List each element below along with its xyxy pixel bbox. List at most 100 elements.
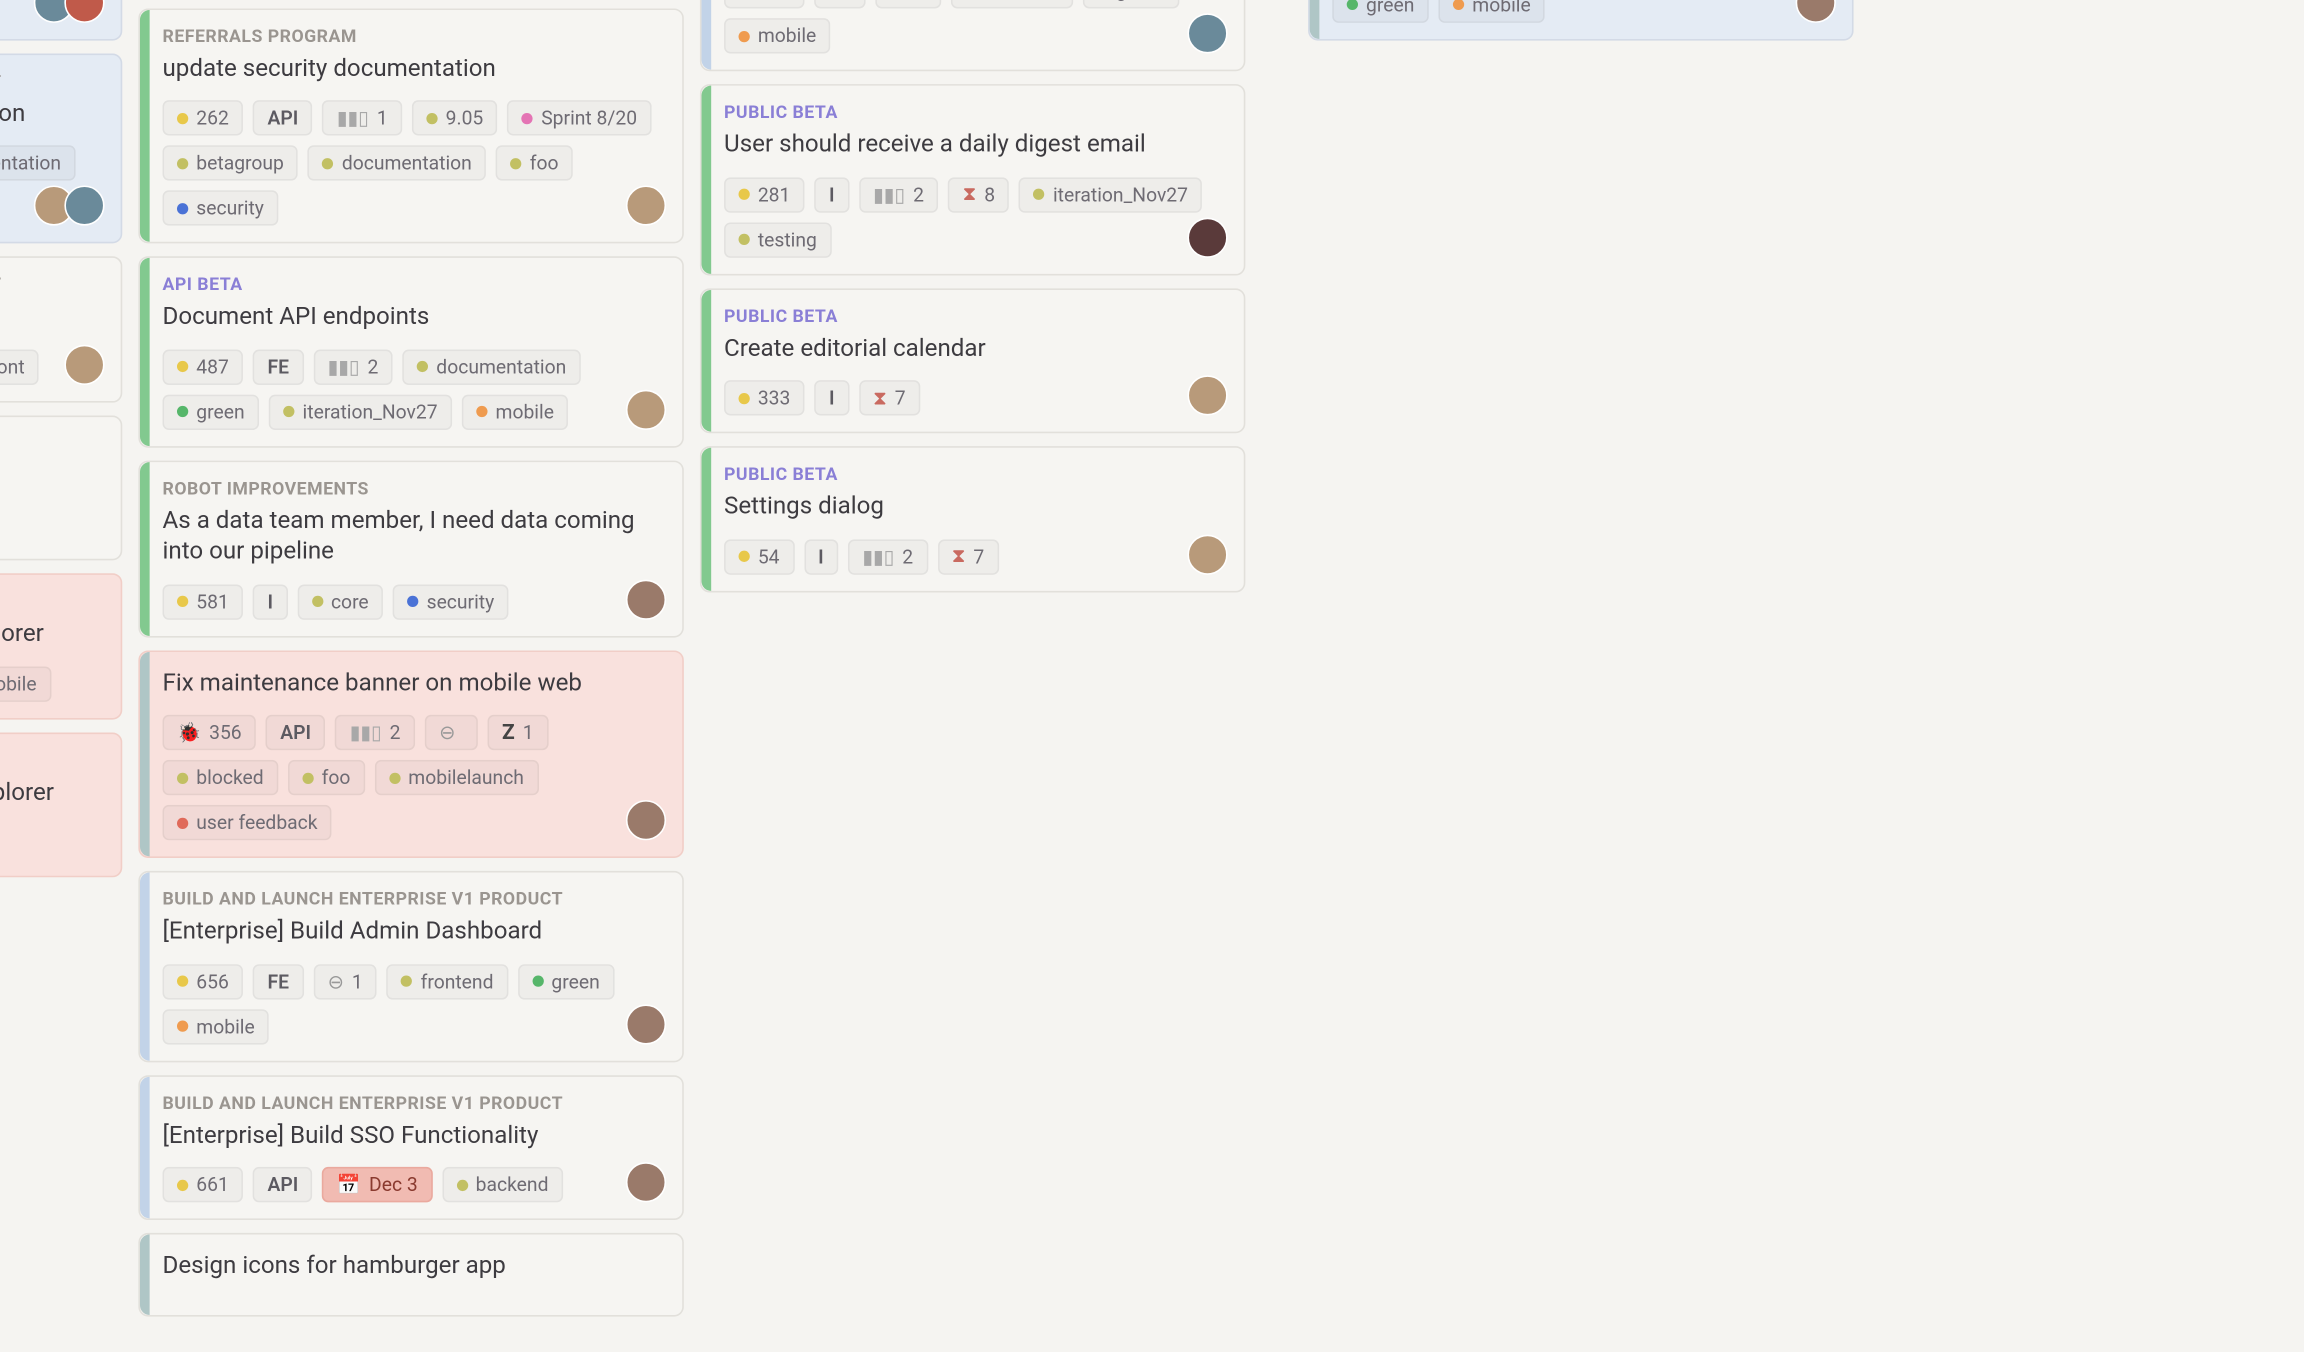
card[interactable]: PUBLIC BETA Settings dialog 54I▮▮▯2⧗7 bbox=[700, 446, 1245, 592]
card[interactable]: BUILD AND LAUNCH ENTERPRISE V1 PRODUCT D… bbox=[700, 0, 1245, 71]
chip[interactable]: mobilelaunch bbox=[374, 760, 538, 795]
project-label[interactable]: MARKETING ROLLOUT bbox=[0, 591, 101, 612]
chip[interactable]: green bbox=[518, 963, 615, 998]
card[interactable]: BUILD AND LAUNCH ENTERPRISE V1 PRODUCT [… bbox=[138, 871, 683, 1062]
project-label[interactable]: API BETA bbox=[163, 274, 663, 295]
chip[interactable]: 262 bbox=[163, 100, 244, 135]
chip[interactable]: documentation bbox=[0, 145, 76, 180]
project-label[interactable]: REFERRALS PROGRAM bbox=[0, 432, 101, 453]
chip[interactable]: blocked bbox=[163, 760, 279, 795]
chip[interactable]: ▮▮▯2 bbox=[335, 715, 415, 750]
chip[interactable]: security bbox=[163, 190, 279, 225]
chip[interactable]: 694 bbox=[724, 0, 805, 8]
avatar[interactable] bbox=[626, 579, 666, 619]
chip[interactable]: I bbox=[815, 380, 850, 415]
chip[interactable]: ▮▮▯2 bbox=[859, 177, 939, 212]
project-label[interactable]: BUILD AND LAUNCH ENTERPRISE V1 PRODUCT bbox=[163, 889, 663, 910]
chip[interactable]: ⧗8 bbox=[948, 177, 1009, 212]
chip[interactable]: FE bbox=[253, 963, 303, 998]
chip[interactable]: I bbox=[815, 177, 850, 212]
chip[interactable]: I bbox=[253, 584, 288, 619]
chip[interactable]: FE bbox=[815, 0, 865, 8]
avatar[interactable] bbox=[626, 185, 666, 225]
chip[interactable]: core bbox=[297, 584, 383, 619]
chip[interactable]: API bbox=[266, 715, 326, 750]
avatar[interactable] bbox=[64, 0, 104, 22]
chip[interactable]: API bbox=[253, 100, 313, 135]
card[interactable]: PUBLIC BETA User should receive a daily … bbox=[700, 84, 1245, 275]
chip[interactable]: ⊖1 bbox=[313, 963, 377, 998]
chip[interactable]: 281 bbox=[724, 177, 805, 212]
project-label[interactable]: MARKETING ROLLOUT bbox=[0, 749, 101, 770]
avatar[interactable] bbox=[1187, 375, 1227, 415]
chip[interactable]: ⧗7 bbox=[859, 380, 920, 415]
chip[interactable]: betagroup bbox=[163, 145, 299, 180]
chip[interactable]: API bbox=[253, 1167, 313, 1202]
chip[interactable]: documentation bbox=[308, 145, 486, 180]
chip[interactable]: iteration_Nov27 bbox=[269, 394, 452, 429]
avatar[interactable] bbox=[626, 1004, 666, 1044]
chip[interactable]: green bbox=[1082, 0, 1179, 8]
chip[interactable]: green bbox=[1332, 0, 1429, 22]
chip[interactable]: ▲1 bbox=[875, 0, 942, 8]
chip[interactable]: frontend bbox=[951, 0, 1072, 8]
chip[interactable]: 333 bbox=[724, 380, 805, 415]
card[interactable]: REFERRALS PROGRAM update security docume… bbox=[138, 8, 683, 244]
card[interactable]: BUILD AND LAUNCH ENTERPRISE V1 PRODUCT [… bbox=[138, 1074, 683, 1220]
chip[interactable]: Sprint 8/20 bbox=[507, 100, 651, 135]
card[interactable]: PUBLIC BETA Create editorial calendar 33… bbox=[700, 288, 1245, 434]
chip[interactable]: documentation bbox=[403, 349, 581, 384]
chip[interactable]: ⊖ bbox=[425, 715, 478, 750]
chip[interactable]: Z1 bbox=[487, 715, 548, 750]
card[interactable]: BUILD AND LAUNCH ENTERPRISE V1 PRODUCT [… bbox=[0, 0, 122, 40]
chip[interactable]: backend bbox=[442, 1167, 563, 1202]
project-label[interactable]: BUILD AND LAUNCH ENTERPRISE V1 PRODUCT bbox=[163, 1092, 663, 1113]
project-label[interactable]: PUBLIC BETA bbox=[724, 102, 1224, 123]
chip[interactable]: I bbox=[804, 539, 839, 574]
chip[interactable]: 🐞356 bbox=[163, 715, 257, 750]
project-label[interactable]: REFERRALS PROGRAM bbox=[163, 25, 663, 46]
avatar[interactable] bbox=[626, 389, 666, 429]
project-label[interactable]: PUBLIC BETA bbox=[724, 305, 1224, 326]
chip[interactable]: green bbox=[163, 394, 260, 429]
project-label[interactable]: PUBLIC BETA bbox=[724, 464, 1224, 485]
chip[interactable]: foo bbox=[496, 145, 573, 180]
chip[interactable]: mobile bbox=[163, 1008, 270, 1043]
avatar[interactable] bbox=[626, 1162, 666, 1202]
chip[interactable]: 9.05 bbox=[412, 100, 498, 135]
card[interactable]: MARKETING ROLLOUT Signup form is broken … bbox=[0, 573, 122, 719]
chip[interactable]: FE bbox=[253, 349, 303, 384]
avatar[interactable] bbox=[64, 344, 104, 384]
chip[interactable]: ▮▮▯2 bbox=[313, 349, 393, 384]
chip[interactable]: security bbox=[393, 584, 509, 619]
chip[interactable]: ▮▮▯1 bbox=[322, 100, 402, 135]
chip[interactable]: 581 bbox=[163, 584, 244, 619]
card[interactable]: ROBOT IMPROVEMENTS As a data team member… bbox=[138, 460, 683, 637]
chip[interactable]: front bbox=[0, 349, 39, 384]
card[interactable]: MARKETING ROLLOUT Use new fonts on home … bbox=[1308, 0, 1853, 40]
card[interactable]: Design icons for hamburger app bbox=[138, 1233, 683, 1316]
card[interactable]: REFERRALS PROGRAM Payment plan update 68… bbox=[0, 415, 122, 561]
avatar[interactable] bbox=[1187, 217, 1227, 257]
avatar[interactable] bbox=[1187, 13, 1227, 53]
chip[interactable]: ⧗7 bbox=[937, 539, 998, 574]
project-label[interactable]: BUILD AND LAUNCH ENTERPRISE V1 PRODUCT bbox=[0, 274, 101, 295]
collapsed-column-label[interactable]: Ready for Deploy bbox=[1261, 0, 1292, 1329]
chip[interactable]: mobile bbox=[1439, 0, 1546, 22]
card[interactable]: BUILD AND LAUNCH ENTERPRISE V1 PRODUCT [… bbox=[0, 256, 122, 402]
chip[interactable]: 📅Dec 3 bbox=[322, 1167, 432, 1202]
chip[interactable]: 656 bbox=[163, 963, 244, 998]
avatar[interactable] bbox=[1187, 534, 1227, 574]
chip[interactable]: testing bbox=[724, 222, 831, 257]
avatar[interactable] bbox=[64, 185, 104, 225]
chip[interactable]: iteration_Nov27 bbox=[1019, 177, 1202, 212]
card[interactable]: Fix maintenance banner on mobile web 🐞35… bbox=[138, 650, 683, 858]
card[interactable]: API BETA Document API endpoints 487FE▮▮▯… bbox=[138, 256, 683, 447]
project-label[interactable]: ROBOT IMPROVEMENTS bbox=[163, 477, 663, 498]
chip[interactable]: foo bbox=[288, 760, 365, 795]
chip[interactable]: mobile bbox=[724, 18, 831, 53]
project-label[interactable]: BUILD AND LAUNCH ENTERPRISE V1 PRODUCT bbox=[0, 70, 101, 91]
card[interactable]: MARKETING ROLLOUT Support Latest version… bbox=[0, 732, 122, 878]
avatar[interactable] bbox=[626, 800, 666, 840]
chip[interactable]: 661 bbox=[163, 1167, 244, 1202]
